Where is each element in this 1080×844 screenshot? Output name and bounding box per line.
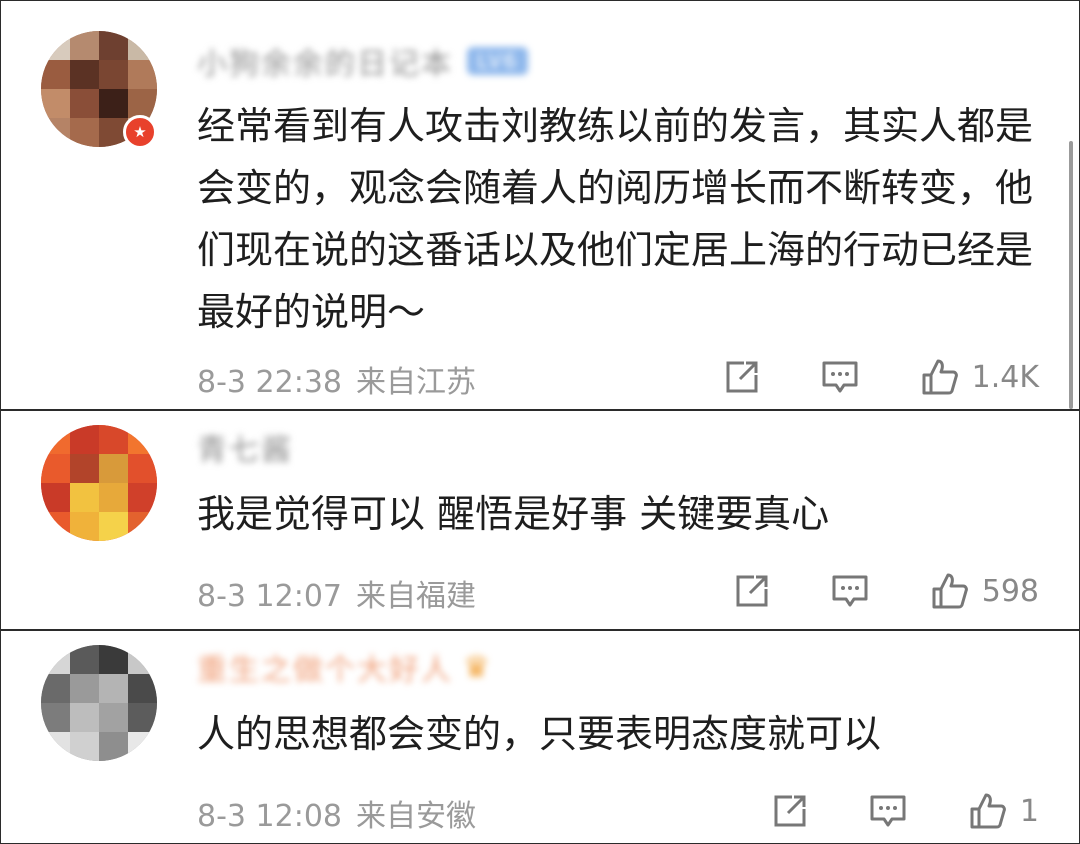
comment-item: 青七酱 我是觉得可以 醒悟是好事 关键要真心 8-3 12:07 来自福建 598 [1, 411, 1079, 629]
timestamp: 8-3 22:38 [197, 365, 342, 400]
like-button[interactable]: 1.4K [920, 357, 1039, 397]
comment-meta: 8-3 12:08 来自安徽 [197, 791, 476, 835]
timestamp: 8-3 12:07 [197, 579, 342, 614]
comment-icon[interactable] [868, 791, 908, 831]
comment-actions: 598 [732, 571, 1039, 611]
username-text: 重生之做个大好人 [197, 653, 453, 688]
location: 来自安徽 [356, 799, 476, 834]
like-count: 1 [1019, 793, 1039, 829]
share-icon[interactable] [770, 791, 810, 831]
username[interactable]: 青七酱 [197, 427, 293, 468]
comment-text: 经常看到有人攻击刘教练以前的发言，其实人都是会变的，观念会随着人的阅历增长而不断… [197, 104, 1034, 334]
star-badge-icon: ★ [123, 115, 157, 149]
like-count: 1.4K [971, 359, 1039, 395]
location: 来自福建 [356, 579, 476, 614]
username[interactable]: 重生之做个大好人 ♛ [197, 647, 492, 689]
username[interactable]: 小狗余余的日记本 LV6 [197, 41, 529, 82]
username-text: 小狗余余的日记本 [197, 47, 453, 82]
like-button[interactable]: 598 [930, 571, 1039, 611]
share-icon[interactable] [732, 571, 772, 611]
location: 来自江苏 [356, 365, 476, 400]
scrollbar[interactable] [1069, 141, 1073, 409]
comment-actions: 1 [770, 791, 1039, 831]
comment-text: 人的思想都会变的，只要表明态度就可以 [197, 712, 882, 756]
thumbs-up-icon [970, 793, 1006, 829]
avatar[interactable] [41, 425, 157, 541]
username-text: 青七酱 [197, 433, 293, 468]
comment-icon[interactable] [830, 571, 870, 611]
comment-icon[interactable] [820, 357, 860, 397]
comment-meta: 8-3 12:07 来自福建 [197, 571, 476, 615]
timestamp: 8-3 12:08 [197, 799, 342, 834]
comment-item: 重生之做个大好人 ♛ 人的思想都会变的，只要表明态度就可以 8-3 12:08 来… [1, 631, 1079, 843]
comment-list: ★ 小狗余余的日记本 LV6 经常看到有人攻击刘教练以前的发言，其实人都是会变的… [0, 0, 1080, 844]
comment-meta: 8-3 22:38 来自江苏 [197, 357, 476, 401]
comment-actions: 1.4K [722, 357, 1039, 397]
like-button[interactable]: 1 [968, 791, 1039, 831]
crown-icon: ♛ [463, 649, 492, 685]
share-icon[interactable] [722, 357, 762, 397]
thumbs-up-icon [922, 359, 958, 395]
thumbs-up-icon [932, 573, 968, 609]
avatar[interactable] [41, 645, 157, 761]
level-tag: LV6 [467, 47, 529, 75]
like-count: 598 [981, 573, 1039, 609]
comment-text: 我是觉得可以 醒悟是好事 关键要真心 [197, 492, 830, 536]
comment-item: ★ 小狗余余的日记本 LV6 经常看到有人攻击刘教练以前的发言，其实人都是会变的… [1, 1, 1079, 409]
